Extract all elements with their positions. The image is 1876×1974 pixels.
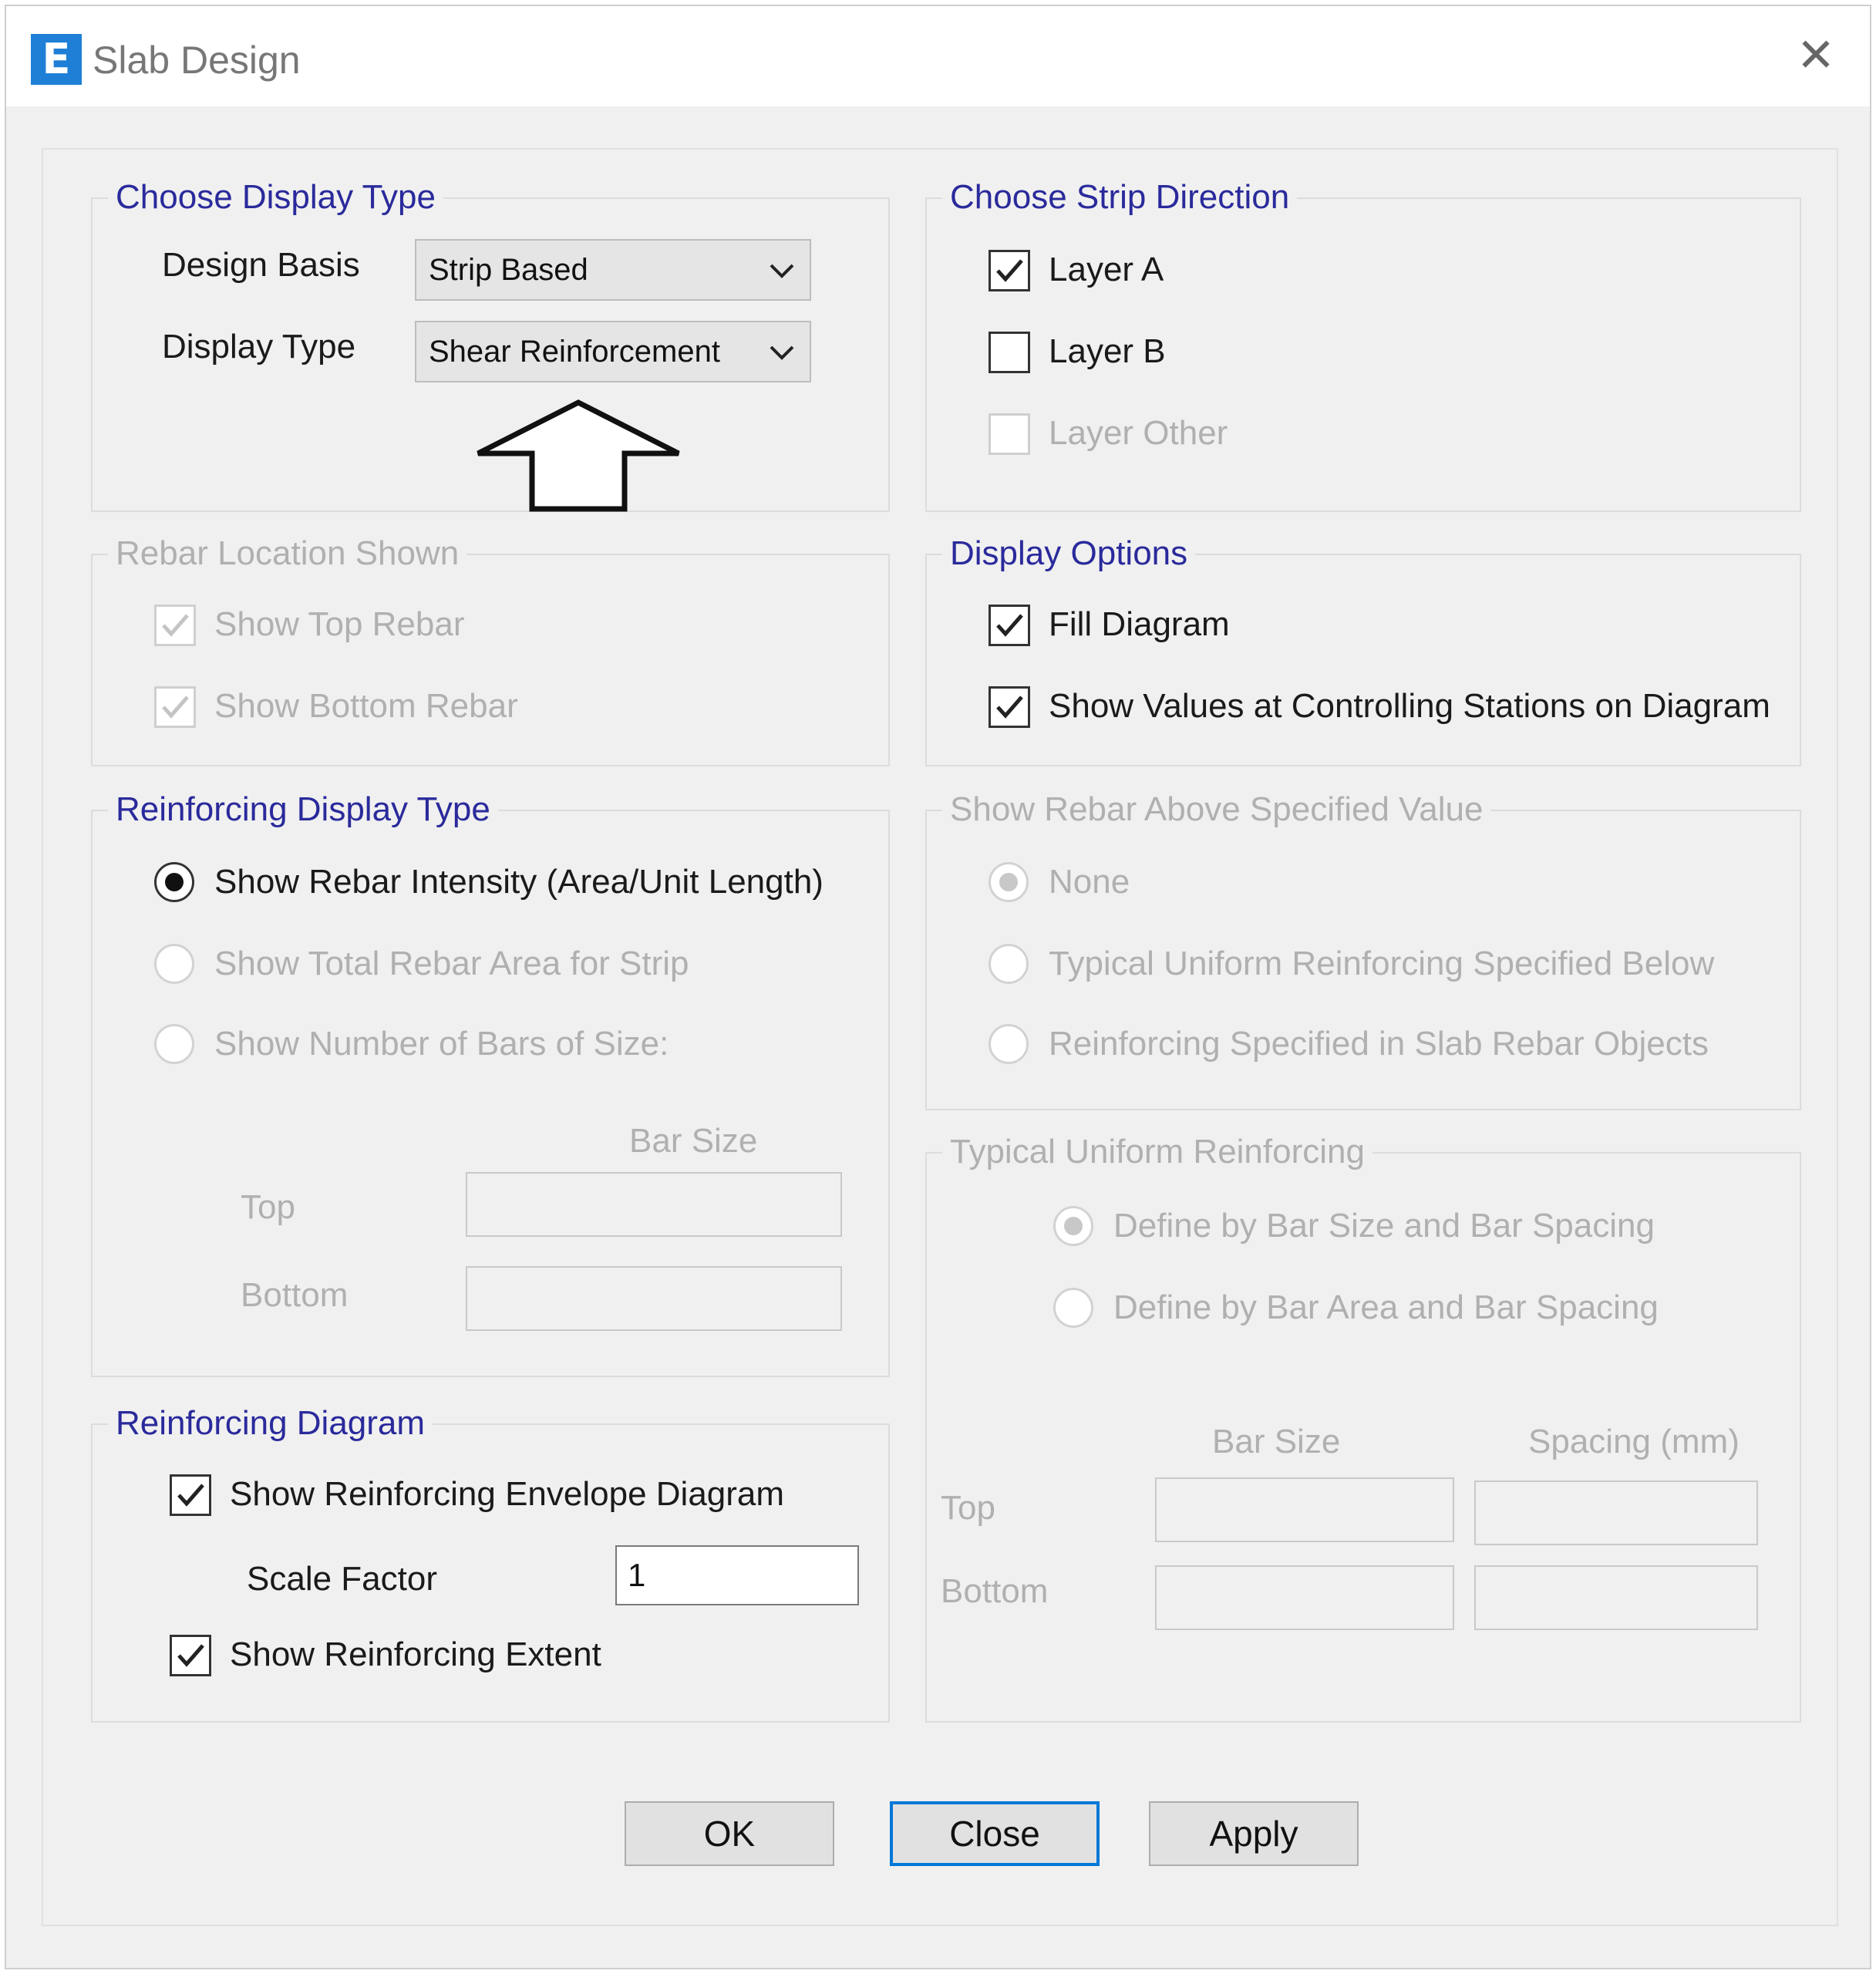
chevron-down-icon bbox=[770, 345, 794, 360]
radio-dot bbox=[165, 873, 184, 891]
group-reinforcing-diagram: Reinforcing Diagram Show Reinforcing Env… bbox=[91, 1400, 890, 1723]
radio-none[interactable] bbox=[989, 862, 1029, 902]
show-bottom-rebar-checkbox[interactable] bbox=[154, 686, 196, 728]
scale-factor-label: Scale Factor bbox=[247, 1560, 437, 1598]
check-icon bbox=[996, 259, 1023, 282]
radio-total-rebar-area[interactable] bbox=[154, 944, 194, 984]
group-choose-strip-direction: Choose Strip Direction Layer A Layer B L… bbox=[925, 174, 1801, 512]
apply-button[interactable]: Apply bbox=[1149, 1801, 1359, 1866]
check-icon bbox=[177, 1484, 204, 1507]
close-button[interactable]: Close bbox=[890, 1801, 1100, 1866]
top-spacing-field[interactable] bbox=[1474, 1480, 1758, 1545]
show-envelope-label: Show Reinforcing Envelope Diagram bbox=[230, 1475, 785, 1513]
show-extent-label: Show Reinforcing Extent bbox=[230, 1635, 601, 1673]
define-bar-area-label: Define by Bar Area and Bar Spacing bbox=[1113, 1288, 1659, 1326]
radio-number-of-bars[interactable] bbox=[154, 1024, 194, 1064]
close-icon[interactable]: ✕ bbox=[1793, 32, 1839, 79]
group-title-reinforcing-display: Reinforcing Display Type bbox=[108, 787, 498, 833]
group-typical-uniform-reinforcing: Typical Uniform Reinforcing Define by Ba… bbox=[925, 1129, 1801, 1723]
group-reinforcing-display-type: Reinforcing Display Type Show Rebar Inte… bbox=[91, 787, 890, 1377]
design-basis-combo[interactable]: Strip Based bbox=[415, 239, 811, 301]
bar-size-header: Bar Size bbox=[1212, 1423, 1341, 1460]
show-values-checkbox[interactable] bbox=[989, 686, 1030, 728]
design-basis-label: Design Basis bbox=[162, 246, 360, 284]
show-top-rebar-label: Show Top Rebar bbox=[214, 605, 465, 643]
show-extent-checkbox[interactable] bbox=[170, 1635, 211, 1676]
group-title-rebar-above: Show Rebar Above Specified Value bbox=[942, 787, 1491, 833]
scale-factor-input[interactable] bbox=[615, 1545, 859, 1605]
layer-other-label: Layer Other bbox=[1049, 414, 1228, 452]
check-icon bbox=[162, 614, 189, 637]
radio-rebar-intensity[interactable] bbox=[154, 862, 194, 902]
title-bar: E Slab Design ✕ bbox=[6, 6, 1870, 106]
group-title-strip-direction: Choose Strip Direction bbox=[942, 174, 1298, 221]
define-bar-size-label: Define by Bar Size and Bar Spacing bbox=[1113, 1207, 1655, 1245]
display-type-value: Shear Reinforcement bbox=[429, 335, 720, 369]
fill-diagram-checkbox[interactable] bbox=[989, 605, 1030, 646]
annotation-up-arrow-icon bbox=[477, 399, 680, 512]
window-title: Slab Design bbox=[93, 39, 301, 82]
none-label: None bbox=[1049, 863, 1130, 901]
spacing-header: Spacing (mm) bbox=[1528, 1423, 1740, 1460]
layer-b-label: Layer B bbox=[1049, 332, 1166, 370]
bottom-spacing-field[interactable] bbox=[1474, 1565, 1758, 1630]
bottom-bar-size-field[interactable] bbox=[466, 1266, 842, 1331]
group-title-rebar-location: Rebar Location Shown bbox=[108, 531, 467, 577]
show-bottom-rebar-label: Show Bottom Rebar bbox=[214, 687, 518, 725]
radio-slab-rebar-objects[interactable] bbox=[989, 1024, 1029, 1064]
group-rebar-location-shown: Rebar Location Shown Show Top Rebar Show… bbox=[91, 531, 890, 766]
group-title-reinforcing-diagram: Reinforcing Diagram bbox=[108, 1400, 433, 1447]
group-title-typical-uniform: Typical Uniform Reinforcing bbox=[942, 1129, 1372, 1175]
check-icon bbox=[177, 1644, 204, 1667]
layer-a-checkbox[interactable] bbox=[989, 250, 1030, 291]
bar-size-header: Bar Size bbox=[629, 1122, 758, 1160]
layer-b-checkbox[interactable] bbox=[989, 332, 1030, 373]
group-show-rebar-above: Show Rebar Above Specified Value None Ty… bbox=[925, 787, 1801, 1110]
radio-define-bar-area[interactable] bbox=[1053, 1288, 1093, 1328]
ok-button[interactable]: OK bbox=[625, 1801, 834, 1866]
rebar-intensity-label: Show Rebar Intensity (Area/Unit Length) bbox=[214, 863, 823, 901]
show-values-label: Show Values at Controlling Stations on D… bbox=[1049, 687, 1770, 725]
check-icon bbox=[996, 696, 1023, 719]
typical-uniform-label: Typical Uniform Reinforcing Specified Be… bbox=[1049, 945, 1715, 982]
scale-factor-value[interactable] bbox=[617, 1547, 857, 1604]
radio-typical-uniform[interactable] bbox=[989, 944, 1029, 984]
display-type-label: Display Type bbox=[162, 328, 356, 365]
total-rebar-area-label: Show Total Rebar Area for Strip bbox=[214, 945, 689, 982]
bottom-label: Bottom bbox=[941, 1572, 1049, 1610]
app-icon: E bbox=[31, 34, 82, 85]
display-type-combo[interactable]: Shear Reinforcement bbox=[415, 321, 811, 382]
top-label: Top bbox=[941, 1489, 995, 1527]
dialog-client-area: Choose Display Type Design Basis Strip B… bbox=[42, 148, 1838, 1926]
group-choose-display-type: Choose Display Type Design Basis Strip B… bbox=[91, 174, 890, 512]
top-bar-size-field[interactable] bbox=[466, 1172, 842, 1237]
layer-a-label: Layer A bbox=[1049, 251, 1164, 288]
fill-diagram-label: Fill Diagram bbox=[1049, 605, 1230, 643]
radio-define-bar-size[interactable] bbox=[1053, 1206, 1093, 1246]
radio-dot bbox=[999, 873, 1018, 891]
group-display-options: Display Options Fill Diagram Show Values… bbox=[925, 531, 1801, 766]
chevron-down-icon bbox=[770, 264, 794, 278]
show-envelope-checkbox[interactable] bbox=[170, 1474, 211, 1516]
group-title-display-type: Choose Display Type bbox=[108, 174, 443, 221]
slab-design-dialog: E Slab Design ✕ Choose Display Type Desi… bbox=[5, 5, 1871, 1969]
show-top-rebar-checkbox[interactable] bbox=[154, 605, 196, 646]
top-label: Top bbox=[241, 1188, 295, 1226]
bottom-bar-size-field[interactable] bbox=[1155, 1565, 1454, 1630]
check-icon bbox=[996, 614, 1023, 637]
design-basis-value: Strip Based bbox=[429, 253, 588, 287]
number-of-bars-label: Show Number of Bars of Size: bbox=[214, 1025, 669, 1063]
layer-other-checkbox[interactable] bbox=[989, 413, 1030, 455]
slab-rebar-objects-label: Reinforcing Specified in Slab Rebar Obje… bbox=[1049, 1025, 1709, 1063]
top-bar-size-field[interactable] bbox=[1155, 1477, 1454, 1542]
group-title-display-options: Display Options bbox=[942, 531, 1196, 577]
check-icon bbox=[162, 696, 189, 719]
radio-dot bbox=[1064, 1217, 1083, 1235]
bottom-label: Bottom bbox=[241, 1276, 349, 1314]
